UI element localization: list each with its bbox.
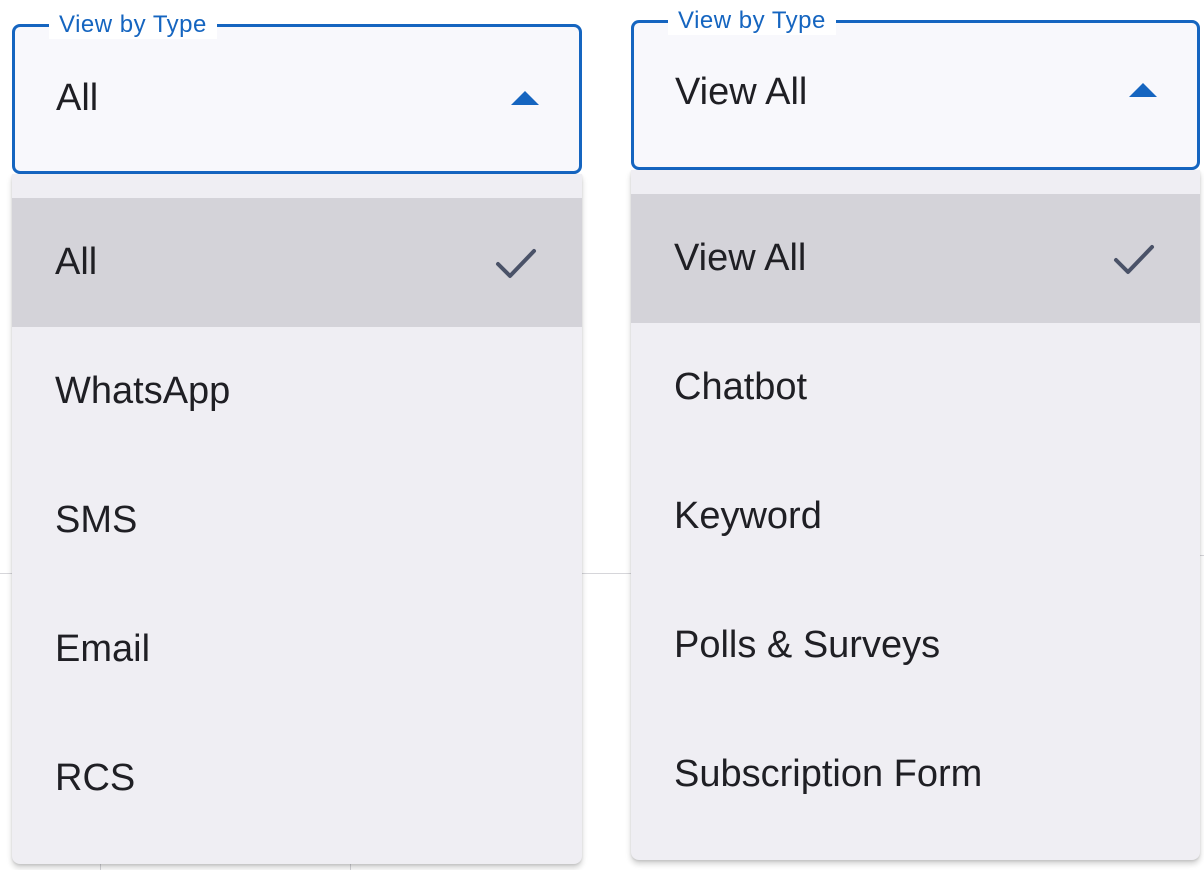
menu-item-label: Polls & Surveys — [674, 624, 941, 666]
background-divider — [582, 573, 631, 574]
menu-item-keyword[interactable]: Keyword — [631, 452, 1200, 581]
type-dropdown-right: View by Type View All View All Chatbot K… — [631, 0, 1200, 860]
menu-item-view-all[interactable]: View All — [631, 194, 1200, 323]
type-select-field[interactable]: View by Type All — [12, 11, 582, 174]
type-select-field[interactable]: View by Type View All — [631, 7, 1200, 170]
menu-item-label: Email — [55, 628, 151, 670]
arrow-up-icon[interactable] — [1129, 83, 1157, 97]
menu-item-chatbot[interactable]: Chatbot — [631, 323, 1200, 452]
check-icon — [1114, 244, 1154, 274]
menu-item-label: SMS — [55, 499, 138, 541]
selected-value: All — [56, 77, 99, 119]
menu-item-whatsapp[interactable]: WhatsApp — [12, 327, 582, 456]
menu-item-label: WhatsApp — [55, 370, 231, 412]
check-icon — [496, 248, 536, 278]
menu-item-subscription-form[interactable]: Subscription Form — [631, 710, 1200, 839]
field-label: View by Type — [49, 11, 217, 39]
menu-item-email[interactable]: Email — [12, 585, 582, 714]
menu-item-label: RCS — [55, 757, 136, 799]
type-dropdown-left: View by Type All All WhatsApp SMS Email … — [12, 0, 582, 864]
menu-item-polls-surveys[interactable]: Polls & Surveys — [631, 581, 1200, 710]
menu-item-label: All — [55, 241, 98, 283]
dropdown-menu: View All Chatbot Keyword Polls & Surveys… — [631, 170, 1200, 860]
arrow-up-icon[interactable] — [511, 91, 539, 105]
dropdown-menu: All WhatsApp SMS Email RCS — [12, 174, 582, 864]
menu-item-rcs[interactable]: RCS — [12, 714, 582, 843]
menu-item-all[interactable]: All — [12, 198, 582, 327]
menu-item-label: Subscription Form — [674, 753, 983, 795]
background-divider — [0, 573, 12, 574]
background-divider — [1200, 555, 1204, 556]
menu-item-label: Keyword — [674, 495, 822, 537]
selected-value: View All — [675, 71, 808, 113]
field-label: View by Type — [668, 7, 836, 35]
menu-item-label: View All — [674, 237, 807, 279]
menu-item-label: Chatbot — [674, 366, 808, 408]
menu-item-sms[interactable]: SMS — [12, 456, 582, 585]
